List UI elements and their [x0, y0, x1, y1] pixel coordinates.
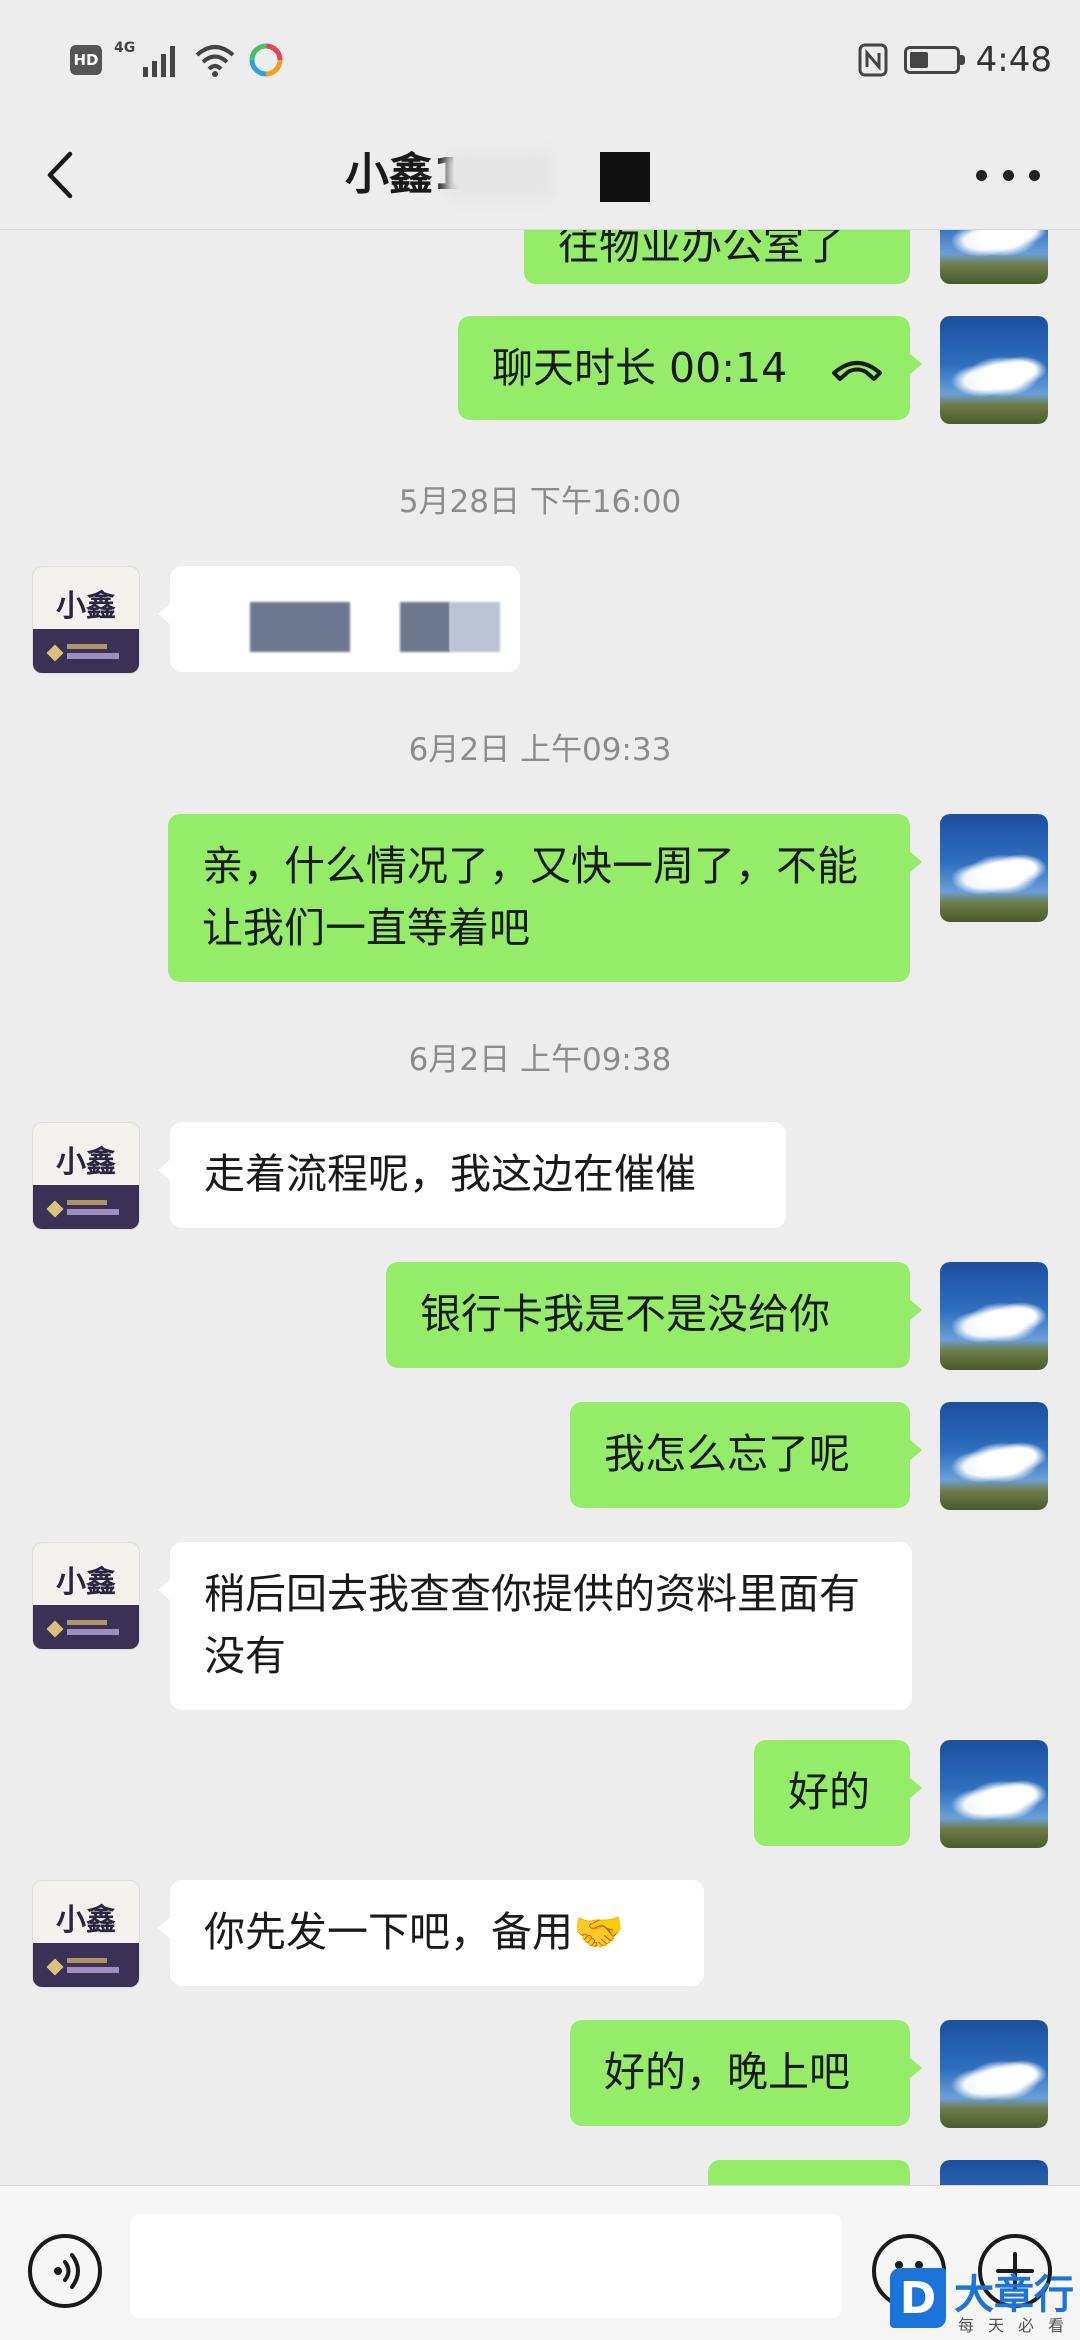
redaction-bar — [450, 602, 500, 652]
message-text: 你先发一下吧，备用🤝 — [204, 1908, 625, 1956]
message-bubble-redacted[interactable] — [158, 566, 520, 672]
message-sent-call: 聊天时长 00:14 — [0, 316, 1080, 424]
app-notification-icon — [249, 43, 283, 77]
hd-badge: HD — [70, 45, 102, 75]
title-redaction-block — [600, 152, 650, 202]
message-bubble[interactable]: 我怎么忘了呢 — [570, 1402, 922, 1508]
message-bubble[interactable]: 你先发一下吧，备用🤝 — [158, 1880, 704, 1986]
message-text: 好的 — [788, 1768, 870, 1816]
my-avatar[interactable] — [940, 2020, 1048, 2128]
contact-avatar-text: 小鑫 — [56, 589, 116, 624]
chat-list[interactable]: 往物业办公室了 聊天时长 00:14 5月28日 下午16:00 小鑫 6月2日… — [0, 230, 1080, 2185]
my-avatar[interactable] — [940, 814, 1048, 922]
message-bubble[interactable]: 好的 — [754, 1740, 922, 1846]
my-avatar[interactable] — [940, 1262, 1048, 1370]
message-sent-partial — [0, 2160, 1080, 2185]
message-text: 往物业办公室了 — [558, 230, 845, 269]
chat-header: 小鑫1 — [0, 120, 1080, 230]
timestamp: 6月2日 上午09:38 — [408, 1042, 672, 1078]
message-bubble[interactable]: 稍后回去我查查你提供的资料里面有没有 — [158, 1542, 912, 1710]
back-arrow-icon[interactable] — [30, 140, 100, 210]
timestamp: 6月2日 上午09:33 — [408, 732, 672, 768]
my-avatar[interactable] — [940, 316, 1048, 424]
contact-avatar[interactable]: 小鑫 — [32, 1880, 140, 1988]
watermark-subtitle: 每天必看 — [958, 2316, 1079, 2335]
contact-avatar-text: 小鑫 — [56, 1903, 116, 1938]
status-left: HD 4G — [70, 38, 283, 82]
nfc-icon — [858, 43, 888, 77]
message-sent: 好的，晚上吧 — [0, 2020, 1080, 2130]
my-avatar[interactable] — [940, 2160, 1048, 2185]
signal-icon — [143, 46, 176, 77]
battery-icon — [903, 46, 965, 74]
message-received: 小鑫 — [0, 566, 1080, 676]
voice-icon[interactable] — [28, 2234, 102, 2308]
more-dots-icon[interactable] — [976, 150, 1040, 200]
message-sent: 我怎么忘了呢 — [0, 1402, 1080, 1512]
watermark-logo-mark: D — [890, 2268, 946, 2328]
message-received: 小鑫 你先发一下吧，备用🤝 — [0, 1880, 1080, 1990]
message-bubble[interactable]: 亲，什么情况了，又快一周了，不能让我们一直等着吧 — [168, 814, 922, 982]
message-text: 稍后回去我查查你提供的资料里面有没有 — [204, 1570, 860, 1680]
wifi-icon — [195, 45, 235, 77]
call-record-bubble[interactable]: 聊天时长 00:14 — [458, 316, 922, 420]
message-sent: 往物业办公室了 — [0, 230, 1080, 284]
contact-avatar[interactable]: 小鑫 — [32, 1542, 140, 1650]
my-avatar[interactable] — [940, 230, 1048, 284]
call-duration-text: 聊天时长 00:14 — [492, 344, 788, 392]
message-sent: 好的 — [0, 1740, 1080, 1850]
redaction-bar — [250, 602, 350, 652]
contact-avatar[interactable]: 小鑫 — [32, 566, 140, 674]
message-text: 银行卡我是不是没给你 — [420, 1290, 830, 1338]
message-text: 好的，晚上吧 — [604, 2048, 850, 2096]
message-text: 亲，什么情况了，又快一周了，不能让我们一直等着吧 — [202, 842, 858, 952]
network-type: 4G — [114, 40, 136, 56]
status-time: 4:48 — [975, 40, 1052, 80]
message-bubble[interactable] — [708, 2160, 910, 2185]
hangup-icon — [832, 361, 882, 381]
status-bar: HD 4G 4:48 — [0, 0, 1080, 120]
redaction-bar — [400, 602, 450, 652]
watermark-logo: D 大章行 每天必看 — [880, 2262, 1080, 2340]
message-bubble[interactable]: 往物业办公室了 — [524, 230, 910, 284]
message-input[interactable] — [130, 2214, 842, 2318]
title-redaction-blur — [445, 150, 555, 200]
my-avatar[interactable] — [940, 1402, 1048, 1510]
status-right: 4:48 — [858, 36, 1052, 84]
contact-avatar-text: 小鑫 — [56, 1145, 116, 1180]
my-avatar[interactable] — [940, 1740, 1048, 1848]
message-bubble[interactable]: 银行卡我是不是没给你 — [386, 1262, 922, 1368]
timestamp: 5月28日 下午16:00 — [398, 484, 682, 520]
contact-avatar[interactable]: 小鑫 — [32, 1122, 140, 1230]
message-sent: 银行卡我是不是没给你 — [0, 1262, 1080, 1372]
message-received: 小鑫 走着流程呢，我这边在催催 — [0, 1122, 1080, 1232]
message-received: 小鑫 稍后回去我查查你提供的资料里面有没有 — [0, 1542, 1080, 1712]
message-bubble[interactable]: 走着流程呢，我这边在催催 — [158, 1122, 786, 1228]
message-bubble[interactable]: 好的，晚上吧 — [570, 2020, 922, 2126]
contact-avatar-text: 小鑫 — [56, 1565, 116, 1600]
message-text: 我怎么忘了呢 — [604, 1430, 850, 1478]
message-text: 走着流程呢，我这边在催催 — [204, 1150, 696, 1198]
message-sent: 亲，什么情况了，又快一周了，不能让我们一直等着吧 — [0, 814, 1080, 984]
